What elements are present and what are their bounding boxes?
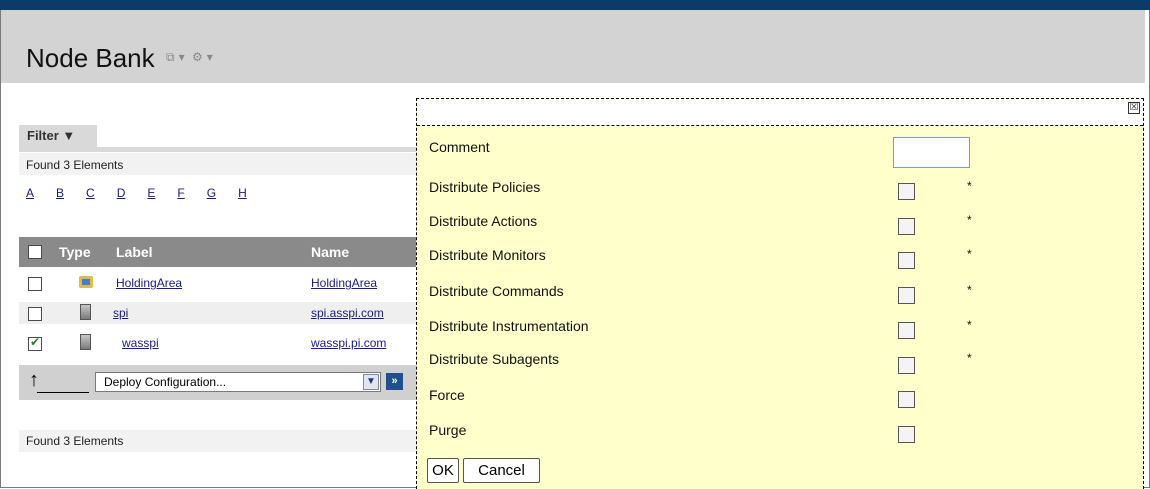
option-label: Distribute Subagents <box>429 351 559 367</box>
server-icon <box>80 334 91 350</box>
letter-link-e[interactable]: E <box>147 186 155 200</box>
view-icon[interactable]: ⧉ <box>166 50 175 64</box>
comment-label: Comment <box>429 139 490 155</box>
filter-tab[interactable]: Filter ▼ <box>19 125 97 147</box>
arrow-line <box>37 392 89 393</box>
option-label: Distribute Commands <box>429 283 564 299</box>
distribute-subagents-checkbox[interactable] <box>898 357 915 374</box>
letter-link-f[interactable]: F <box>177 186 184 200</box>
letter-link-g[interactable]: G <box>207 186 216 200</box>
letter-link-h[interactable]: H <box>238 186 247 200</box>
required-marker: * <box>967 318 972 332</box>
distribute-monitors-checkbox[interactable] <box>898 252 915 269</box>
header-label[interactable]: Label <box>116 244 153 260</box>
option-label: Distribute Monitors <box>429 247 546 263</box>
ok-button[interactable]: OK <box>427 458 459 483</box>
required-marker: * <box>967 351 972 365</box>
force-checkbox[interactable] <box>898 391 915 408</box>
action-select-value: Deploy Configuration... <box>104 375 227 389</box>
select-all-checkbox[interactable] <box>28 245 42 259</box>
deploy-options-dialog: ☒ Comment Distribute Policies * Distribu… <box>416 98 1144 489</box>
folder-icon <box>79 276 93 288</box>
top-strip <box>0 0 1150 10</box>
close-icon[interactable]: ☒ <box>1128 102 1140 114</box>
title-bar <box>1 10 1145 83</box>
letter-link-b[interactable]: B <box>56 186 64 200</box>
cancel-button[interactable]: Cancel <box>463 458 540 483</box>
distribute-commands-checkbox[interactable] <box>898 287 915 304</box>
table-row: wasspi wasspi.pi.com <box>19 332 419 354</box>
chevron-down-icon[interactable]: ▾ <box>207 50 213 64</box>
found-count-top: Found 3 Elements <box>26 158 124 172</box>
server-icon <box>80 304 91 320</box>
action-select[interactable]: Deploy Configuration... ▼ <box>95 372 381 392</box>
found-count-bottom: Found 3 Elements <box>26 434 124 448</box>
letter-link-c[interactable]: C <box>86 186 95 200</box>
row-checkbox[interactable] <box>28 277 42 291</box>
letter-link-a[interactable]: A <box>26 186 34 200</box>
table-row: spi spi.asspi.com <box>19 302 419 324</box>
row-name-link[interactable]: HoldingArea <box>311 276 377 290</box>
gear-icon[interactable]: ⚙ <box>192 50 203 64</box>
purge-checkbox[interactable] <box>898 426 915 443</box>
page-title: Node Bank <box>26 43 155 73</box>
distribute-actions-checkbox[interactable] <box>898 218 915 235</box>
header-name[interactable]: Name <box>311 244 349 260</box>
row-label-link[interactable]: wasspi <box>122 336 159 350</box>
row-label-link[interactable]: spi <box>113 306 128 320</box>
row-checkbox[interactable] <box>28 307 42 321</box>
row-name-link[interactable]: wasspi.pi.com <box>311 336 386 350</box>
row-label-link[interactable]: HoldingArea <box>116 276 182 290</box>
chevron-down-icon[interactable]: ▼ <box>363 374 379 390</box>
option-label: Distribute Instrumentation <box>429 318 589 334</box>
required-marker: * <box>967 247 972 261</box>
header-type[interactable]: Type <box>59 244 91 260</box>
table-row: HoldingArea HoldingArea <box>19 272 419 294</box>
up-arrow-icon: ↑ <box>29 369 39 391</box>
option-label: Distribute Policies <box>429 179 541 195</box>
dialog-header: ☒ <box>417 99 1143 126</box>
row-checkbox[interactable] <box>28 335 42 351</box>
option-label: Distribute Actions <box>429 213 538 229</box>
table-header: Type Label Name <box>19 237 419 267</box>
distribute-instrumentation-checkbox[interactable] <box>898 322 915 339</box>
filter-divider <box>19 147 419 152</box>
required-marker: * <box>967 213 972 227</box>
go-button[interactable]: » <box>386 373 403 390</box>
chevron-down-icon[interactable]: ▾ <box>179 50 185 64</box>
option-label: Purge <box>429 422 467 438</box>
letter-index: A B C D E F G H <box>26 186 269 200</box>
letter-link-d[interactable]: D <box>117 186 126 200</box>
action-bar: ↑ Deploy Configuration... ▼ » <box>19 365 419 400</box>
row-name-link[interactable]: spi.asspi.com <box>311 306 384 320</box>
required-marker: * <box>967 179 972 193</box>
required-marker: * <box>967 283 972 297</box>
comment-input[interactable] <box>893 137 970 168</box>
option-label: Force <box>429 387 465 403</box>
title-toolbar: ⧉ ▾ ⚙ ▾ <box>166 50 217 65</box>
distribute-policies-checkbox[interactable] <box>898 183 915 200</box>
